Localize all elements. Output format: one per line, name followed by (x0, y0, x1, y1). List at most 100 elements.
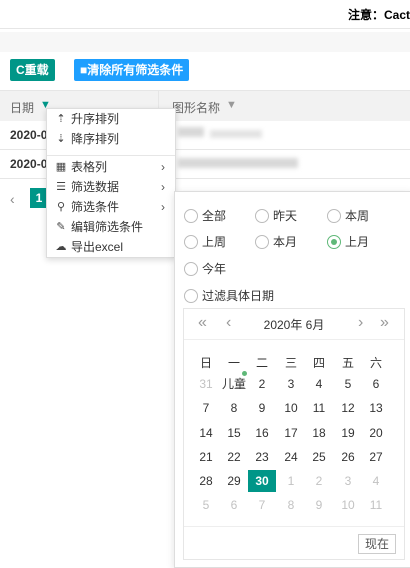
calendar-day[interactable]: 11 (362, 494, 390, 516)
calendar-day[interactable]: 10 (277, 397, 305, 419)
radio-label: 昨天 (273, 209, 298, 223)
calendar-day[interactable]: 11 (305, 397, 333, 419)
weekday-label: 三 (284, 356, 297, 370)
calendar-day[interactable]: 31 (192, 373, 220, 395)
calendar-header: « ‹ 2020年 6月 › » (184, 309, 404, 340)
table-icon: ▦ (55, 161, 67, 173)
prev-page-icon[interactable]: ‹ (10, 191, 15, 207)
calendar-footer: 现在 (184, 526, 404, 559)
calendar-day[interactable]: 6 (362, 373, 390, 395)
calendar-day[interactable]: 3 (334, 470, 362, 492)
sort-asc-icon: ⇡ (56, 113, 66, 125)
menu-item-columns[interactable]: ▦ 表格列 › (47, 157, 175, 177)
header-band (0, 32, 410, 52)
calendar-day[interactable]: 21 (192, 446, 220, 468)
calendar-day[interactable]: 27 (362, 446, 390, 468)
calendar-day[interactable]: 7 (192, 397, 220, 419)
calendar-day[interactable]: 26 (334, 446, 362, 468)
weekday-label: 六 (369, 356, 382, 370)
radio-label: 今年 (202, 262, 227, 276)
weekday-label: 日 (199, 356, 212, 370)
menu-item-sort-desc[interactable]: ⇣ 降序排列 (47, 129, 175, 149)
menu-item-sort-asc[interactable]: ⇡ 升序排列 (47, 109, 175, 129)
chevron-right-icon: › (161, 180, 165, 194)
radio-circle (255, 235, 269, 249)
calendar-day[interactable]: 13 (362, 397, 390, 419)
calendar-day[interactable]: 4 (305, 373, 333, 395)
calendar-day[interactable]: 12 (334, 397, 362, 419)
radio-label: 本月 (273, 235, 298, 249)
column-header-shape[interactable]: 图形名称 (172, 99, 220, 116)
next-month-icon[interactable]: › (358, 314, 363, 332)
calendar-day[interactable]: 5 (334, 373, 362, 395)
calendar-day[interactable]: 4 (362, 470, 390, 492)
calendar-year-month[interactable]: 2020年 6月 (184, 316, 404, 333)
calendar-day[interactable]: 16 (248, 422, 276, 444)
cell-date: 2020-0 (10, 157, 48, 171)
calendar-day[interactable]: 19 (334, 422, 362, 444)
radio-circle (184, 209, 198, 223)
calendar-day[interactable]: 25 (305, 446, 333, 468)
calendar-day[interactable]: 23 (248, 446, 276, 468)
weekday-label: 四 (312, 356, 325, 370)
menu-item-label: 编辑筛选条件 (71, 220, 144, 234)
calendar-day[interactable]: 10 (334, 494, 362, 516)
radio-label: 本周 (345, 209, 370, 223)
menu-item-filter-data[interactable]: ☰ 筛选数据 › (47, 177, 175, 197)
radio-label: 上周 (202, 235, 227, 249)
chevron-right-icon: › (161, 200, 165, 214)
calendar-day[interactable]: 28 (192, 470, 220, 492)
notice-text: 注意：Cact (347, 8, 410, 22)
menu-item-label: 表格列 (71, 160, 108, 174)
calendar-day[interactable]: 3 (277, 373, 305, 395)
calendar-day[interactable]: 2 (248, 373, 276, 395)
sort-desc-icon: ⇣ (56, 133, 66, 145)
calendar-day[interactable]: 2 (305, 470, 333, 492)
calendar-day[interactable]: 儿童 (220, 371, 248, 395)
menu-item-label: 筛选条件 (71, 200, 120, 214)
calendar-day[interactable]: 14 (192, 422, 220, 444)
column-context-menu: ⇡ 升序排列 ⇣ 降序排列 ▦ 表格列 › ☰ 筛选数据 › ⚲ 筛选条件 › … (46, 108, 176, 258)
calendar-day[interactable]: 9 (305, 494, 333, 516)
filter-icon[interactable]: ▼ (226, 99, 237, 111)
menu-item-edit-filter[interactable]: ✎ 编辑筛选条件 (47, 217, 175, 237)
column-header-date[interactable]: 日期 (10, 99, 34, 116)
calendar-day[interactable]: 20 (362, 422, 390, 444)
now-button[interactable]: 现在 (357, 534, 396, 554)
next-year-icon[interactable]: » (380, 314, 389, 332)
calendar-day[interactable]: 24 (277, 446, 305, 468)
menu-item-label: 升序排列 (71, 112, 120, 126)
calendar-day-selected[interactable]: 30 (248, 470, 276, 492)
radio-circle (184, 235, 198, 249)
blurred-content (178, 127, 204, 137)
chevron-right-icon: › (161, 160, 165, 174)
reload-button[interactable]: C重载 (10, 59, 55, 81)
weekday-label: 五 (341, 356, 354, 370)
calendar-day[interactable]: 5 (192, 494, 220, 516)
weekday-label: 二 (255, 356, 268, 370)
menu-item-label: 导出excel (71, 240, 124, 254)
calendar-day[interactable]: 22 (220, 446, 248, 468)
radio-circle-checked (327, 235, 341, 249)
menu-item-filter-condition[interactable]: ⚲ 筛选条件 › (47, 197, 175, 217)
list-icon: ☰ (56, 181, 66, 193)
calendar-day[interactable]: 15 (220, 422, 248, 444)
calendar-day[interactable]: 9 (248, 397, 276, 419)
calendar-day[interactable]: 8 (220, 397, 248, 419)
blurred-content (178, 158, 298, 168)
export-icon: ☁ (55, 241, 67, 253)
calendar-day[interactable]: 6 (220, 494, 248, 516)
calendar-day[interactable]: 1 (277, 470, 305, 492)
weekday-label: 一 (227, 356, 240, 370)
calendar-day[interactable]: 8 (277, 494, 305, 516)
calendar-day[interactable]: 29 (220, 470, 248, 492)
radio-circle (184, 289, 198, 303)
radio-label: 全部 (202, 209, 227, 223)
menu-item-export[interactable]: ☁ 导出excel (47, 237, 175, 257)
radio-label: 过滤具体日期 (202, 289, 275, 303)
calendar-day[interactable]: 7 (248, 494, 276, 516)
menu-item-label: 降序排列 (71, 132, 120, 146)
clear-filters-button[interactable]: ■清除所有筛选条件 (74, 59, 190, 81)
calendar-day[interactable]: 18 (305, 422, 333, 444)
calendar-day[interactable]: 17 (277, 422, 305, 444)
